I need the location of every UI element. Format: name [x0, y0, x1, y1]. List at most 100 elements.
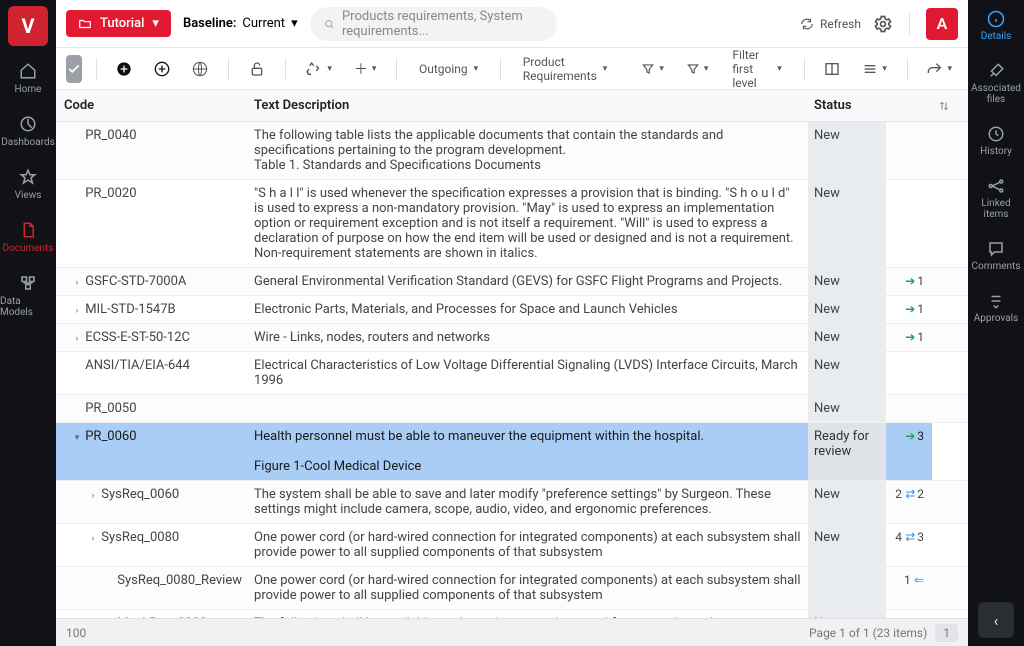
- expand-caret[interactable]: ›: [88, 534, 98, 544]
- row-status: New: [808, 122, 886, 180]
- column-header-status[interactable]: Status: [808, 90, 886, 122]
- collapse-right-rail-button[interactable]: ‹: [978, 602, 1014, 638]
- requirements-grid[interactable]: Code Text Description Status PR_0040The …: [56, 90, 968, 618]
- row-code: MIL-STD-1547B: [85, 302, 175, 317]
- expand-caret[interactable]: ›: [72, 278, 82, 288]
- nav-dashboards[interactable]: Dashboards: [0, 105, 56, 158]
- settings-button[interactable]: [873, 14, 893, 34]
- row-links[interactable]: ➔ 3: [886, 423, 932, 481]
- table-row[interactable]: PR_0040The following table lists the app…: [56, 122, 968, 180]
- row-links[interactable]: 2 ⇄ 2: [886, 481, 932, 524]
- table-row[interactable]: › SysReq_0080One power cord (or hard-wir…: [56, 524, 968, 567]
- expand-caret[interactable]: ›: [72, 306, 82, 316]
- nav-data-models[interactable]: Data Models: [0, 264, 56, 328]
- list-view-button[interactable]: ▾: [856, 57, 893, 81]
- nav-documents[interactable]: Documents: [0, 211, 56, 264]
- row-links[interactable]: 4 ⇄ 3: [886, 524, 932, 567]
- chevron-down-icon: ▾: [152, 16, 159, 31]
- baseline-selector[interactable]: Baseline: Current ▾: [183, 16, 298, 31]
- panel-tab-approvals[interactable]: Approvals: [968, 282, 1024, 334]
- panel-tab-comments[interactable]: Comments: [968, 230, 1024, 282]
- row-description: Electronic Parts, Materials, and Process…: [248, 296, 808, 324]
- check-icon: [67, 62, 81, 76]
- panel-tab-associated-files[interactable]: Associated files: [968, 52, 1024, 115]
- row-links[interactable]: [886, 180, 932, 268]
- expand-caret[interactable]: ›: [88, 491, 98, 501]
- row-links[interactable]: ➔ 1: [886, 268, 932, 296]
- table-row[interactable]: › GSFC-STD-7000A General Environmental Ve…: [56, 268, 968, 296]
- table-row[interactable]: PR_0050New: [56, 395, 968, 423]
- row-description: One power cord (or hard-wired connection…: [248, 524, 808, 567]
- row-links[interactable]: ➔ 1: [886, 296, 932, 324]
- details-icon: [987, 10, 1005, 28]
- globe-button[interactable]: [186, 57, 214, 81]
- filter-icon: [641, 62, 655, 76]
- new-dropdown[interactable]: ＋▾: [348, 55, 383, 83]
- table-row[interactable]: PR_0020"S h a l l" is used whenever the …: [56, 180, 968, 268]
- recycle-button[interactable]: ▾: [299, 57, 338, 81]
- unlock-button[interactable]: [243, 57, 271, 81]
- expand-caret[interactable]: ›: [72, 334, 82, 344]
- add-outline-button[interactable]: [148, 57, 176, 81]
- panel-tab-linked-items[interactable]: Linked items: [968, 167, 1024, 230]
- search-input[interactable]: Products requirements, System requiremen…: [310, 7, 557, 41]
- column-header-links[interactable]: [886, 90, 932, 122]
- row-code: PR_0050: [85, 401, 136, 416]
- panel-tab-details[interactable]: Details: [968, 0, 1024, 52]
- grid-footer: 100 Page 1 of 1 (23 items) 1: [56, 618, 968, 646]
- filter-button[interactable]: ▾: [635, 58, 670, 80]
- column-header-code[interactable]: Code: [56, 90, 248, 122]
- columns-button[interactable]: [818, 57, 846, 81]
- row-status: New: [808, 352, 886, 395]
- row-links[interactable]: [886, 122, 932, 180]
- recycle-icon: [305, 61, 321, 77]
- link-direction-label: Outgoing: [419, 62, 468, 76]
- panel-tab-label: Associated files: [968, 83, 1024, 105]
- requirement-type-dropdown[interactable]: Product Requirements ▾: [515, 51, 616, 87]
- table-row[interactable]: › ECSS-E-ST-50-12CWire - Links, nodes, r…: [56, 324, 968, 352]
- row-links[interactable]: 1 ⇄ 3: [886, 610, 932, 619]
- filter-level-dropdown[interactable]: Filter first level ▾: [724, 44, 789, 94]
- page-current[interactable]: 1: [935, 624, 958, 642]
- row-code: GSFC-STD-7000A: [85, 274, 186, 289]
- share-arrow-icon: [927, 61, 943, 77]
- list-icon: [862, 61, 878, 77]
- chevron-down-icon: ▾: [777, 64, 782, 74]
- row-description: "S h a l l" is used whenever the specifi…: [248, 180, 808, 268]
- filter-level-label: Filter first level: [732, 48, 771, 90]
- table-row[interactable]: ANSI/TIA/EIA-644Electrical Characteristi…: [56, 352, 968, 395]
- nav-label: Documents: [2, 243, 53, 254]
- refresh-button[interactable]: Refresh: [800, 17, 861, 31]
- expand-caret[interactable]: ▾: [72, 433, 82, 443]
- row-links[interactable]: [886, 395, 932, 423]
- panel-tab-label: Approvals: [974, 313, 1018, 324]
- link-direction-dropdown[interactable]: Outgoing ▾: [411, 58, 486, 80]
- export-button[interactable]: ▾: [921, 57, 958, 81]
- panel-tab-history[interactable]: History: [968, 115, 1024, 167]
- user-avatar[interactable]: A: [926, 8, 958, 40]
- table-row[interactable]: SysReq_0080_ReviewOne power cord (or har…: [56, 567, 968, 610]
- main-area: Tutorial ▾ Baseline: Current ▾ Products …: [56, 0, 968, 646]
- column-header-sort[interactable]: [932, 90, 968, 122]
- nav-home[interactable]: Home: [0, 52, 56, 105]
- row-description: General Environmental Verification Stand…: [248, 268, 808, 296]
- row-status: [808, 567, 886, 610]
- row-code: ECSS-E-ST-50-12C: [85, 330, 190, 345]
- row-links[interactable]: ➔ 1: [886, 324, 932, 352]
- tutorial-button[interactable]: Tutorial ▾: [66, 10, 171, 37]
- column-header-text[interactable]: Text Description: [248, 90, 808, 122]
- plus-icon: ＋: [354, 59, 368, 79]
- panel-tab-label: History: [980, 146, 1012, 157]
- add-filled-button[interactable]: [110, 57, 138, 81]
- row-check-toggle[interactable]: [66, 55, 82, 83]
- row-links[interactable]: [886, 352, 932, 395]
- brand-logo[interactable]: V: [8, 6, 48, 46]
- row-status: New: [808, 610, 886, 619]
- row-links[interactable]: 1 ⇐: [886, 567, 932, 610]
- table-row[interactable]: › MechReq_0200The following shall be ava…: [56, 610, 968, 619]
- table-row[interactable]: ▾ PR_0060Health personnel must be able t…: [56, 423, 968, 481]
- nav-views[interactable]: Views: [0, 158, 56, 211]
- table-row[interactable]: › MIL-STD-1547B Electronic Parts, Materia…: [56, 296, 968, 324]
- table-row[interactable]: › SysReq_0060The system shall be able to…: [56, 481, 968, 524]
- filter-clear-button[interactable]: ▾: [680, 58, 715, 80]
